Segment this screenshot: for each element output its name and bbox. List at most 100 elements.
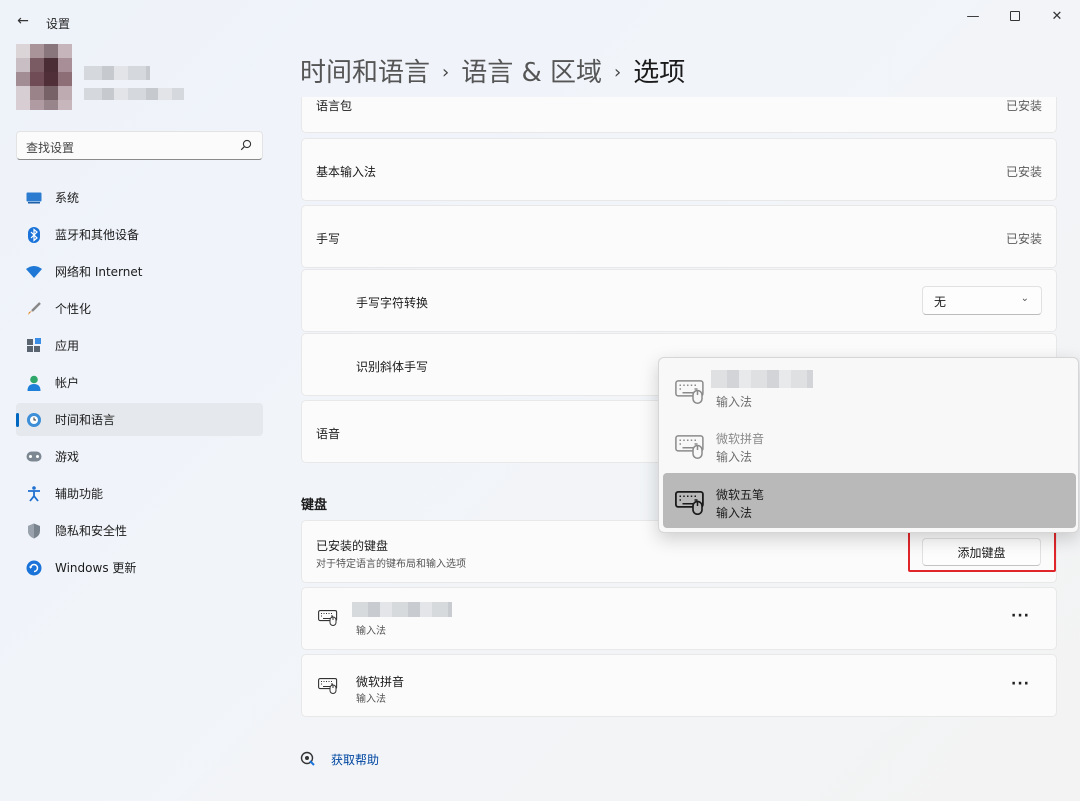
lang-pack-row-clip: 语言包 已安装 xyxy=(301,97,1057,134)
chevron-down-icon: ⌄ xyxy=(1020,293,1029,304)
close-button[interactable]: ✕ xyxy=(1042,6,1072,26)
dropdown-option-name: 微软拼音 xyxy=(716,432,765,446)
keyboard-name-redacted xyxy=(352,602,452,617)
maximize-icon xyxy=(1010,11,1020,21)
sidebar-item-gaming[interactable]: 游戏 xyxy=(16,440,263,473)
breadcrumb-item-language-region[interactable]: 语言 & 区域 xyxy=(461,58,602,88)
help-icon xyxy=(300,751,315,766)
speech-label: 语音 xyxy=(316,427,341,441)
add-keyboard-dropdown: 输入法 微软拼音 输入法 微软五笔 输入法 xyxy=(658,357,1079,533)
sidebar-item-label: 网络和 Internet xyxy=(55,265,143,279)
sidebar-item-label: 系统 xyxy=(55,191,80,205)
sidebar-item-bluetooth[interactable]: 蓝牙和其他设备 xyxy=(16,218,263,251)
sidebar-item-label: 隐私和安全性 xyxy=(55,524,128,538)
apps-icon xyxy=(26,338,42,354)
page-title: 选项 xyxy=(633,58,686,88)
get-help-link[interactable]: 获取帮助 xyxy=(300,751,379,767)
installed-keyboards-title: 已安装的键盘 xyxy=(316,539,389,553)
keyboard-item-sub: 输入法 xyxy=(356,694,386,705)
sidebar-item-network[interactable]: 网络和 Internet xyxy=(16,255,263,288)
bluetooth-icon xyxy=(26,226,42,243)
sidebar-item-label: 游戏 xyxy=(55,450,80,464)
keyboard-icon xyxy=(675,491,704,515)
update-icon xyxy=(26,560,42,576)
installed-keyboards-desc: 对于特定语言的键布局和输入选项 xyxy=(316,559,466,570)
app-title: 设置 xyxy=(46,17,71,31)
person-icon xyxy=(26,375,42,391)
more-options-button[interactable]: ··· xyxy=(1011,676,1030,692)
keyboard-item-sub: 输入法 xyxy=(356,626,386,637)
keyboard-item-2: 微软拼音 输入法 ··· xyxy=(301,654,1057,717)
back-arrow-icon[interactable]: ← xyxy=(12,10,34,32)
dropdown-option-sub: 输入法 xyxy=(716,395,753,409)
breadcrumb-item-time-language[interactable]: 时间和语言 xyxy=(300,58,430,88)
sidebar-item-label: Windows 更新 xyxy=(55,561,137,575)
keyboard-item-name: 微软拼音 xyxy=(356,675,405,689)
dropdown-option[interactable]: 输入法 xyxy=(663,362,1076,417)
lang-pack-card: 语言包 已安装 xyxy=(301,97,1057,133)
sidebar-item-accessibility[interactable]: 辅助功能 xyxy=(16,477,263,510)
hw-conversion-card: 手写字符转换 无 ⌄ xyxy=(301,269,1057,332)
breadcrumb: 时间和语言 › 语言 & 区域 › 选项 xyxy=(300,52,685,89)
user-name-redacted xyxy=(84,66,150,80)
handwriting-label: 手写 xyxy=(316,232,341,246)
globe-clock-icon xyxy=(26,412,42,428)
dropdown-option-name-redacted xyxy=(711,370,813,388)
breadcrumb-separator: › xyxy=(614,62,622,83)
monitor-icon xyxy=(26,190,42,206)
search-icon xyxy=(240,139,252,151)
sidebar-nav: 系统 蓝牙和其他设备 网络和 Internet 个性化 应用 帐户 时间和语言 … xyxy=(16,181,263,588)
hw-italic-label: 识别斜体手写 xyxy=(356,360,429,374)
dropdown-option-name: 微软五笔 xyxy=(716,488,765,502)
sidebar-item-label: 时间和语言 xyxy=(55,413,116,427)
sidebar-item-label: 蓝牙和其他设备 xyxy=(55,228,140,242)
maximize-button[interactable] xyxy=(1000,6,1030,26)
hw-conversion-select[interactable]: 无 ⌄ xyxy=(922,286,1042,315)
gamepad-icon xyxy=(26,449,42,465)
sidebar-item-time-language[interactable]: 时间和语言 xyxy=(16,403,263,436)
lang-pack-label: 语言包 xyxy=(316,99,353,113)
keyboard-icon xyxy=(318,610,338,626)
sidebar-item-label: 辅助功能 xyxy=(55,487,104,501)
shield-icon xyxy=(26,523,42,539)
sidebar-item-apps[interactable]: 应用 xyxy=(16,329,263,362)
lang-pack-status: 已安装 xyxy=(1005,99,1042,113)
dropdown-option[interactable]: 微软拼音 输入法 xyxy=(663,417,1076,472)
breadcrumb-separator: › xyxy=(442,62,450,83)
sidebar-item-personalization[interactable]: 个性化 xyxy=(16,292,263,325)
wifi-icon xyxy=(26,264,42,280)
keyboard-icon xyxy=(318,678,338,694)
keyboard-icon xyxy=(675,435,704,459)
sidebar-item-privacy[interactable]: 隐私和安全性 xyxy=(16,514,263,547)
search-placeholder: 查找设置 xyxy=(26,141,75,155)
basic-input-label: 基本输入法 xyxy=(316,165,377,179)
avatar[interactable] xyxy=(16,44,72,110)
dropdown-option-sub: 输入法 xyxy=(716,450,753,464)
more-options-button[interactable]: ··· xyxy=(1011,608,1030,624)
handwriting-card: 手写 已安装 xyxy=(301,205,1057,268)
user-email-redacted xyxy=(84,88,184,100)
hw-conversion-label: 手写字符转换 xyxy=(356,296,429,310)
handwriting-status: 已安装 xyxy=(1005,232,1042,246)
brush-icon xyxy=(26,301,42,317)
dropdown-option-sub: 输入法 xyxy=(716,506,753,520)
accessibility-icon xyxy=(26,485,42,502)
hw-conversion-value: 无 xyxy=(934,295,947,309)
red-highlight-box xyxy=(908,529,1056,572)
minimize-button[interactable]: — xyxy=(958,6,988,26)
sidebar-item-windows-update[interactable]: Windows 更新 xyxy=(16,551,263,584)
title-bar: ← 设置 — ✕ xyxy=(0,0,1080,44)
sidebar-item-label: 个性化 xyxy=(55,302,92,316)
sidebar-item-accounts[interactable]: 帐户 xyxy=(16,366,263,399)
dropdown-option-selected[interactable]: 微软五笔 输入法 xyxy=(663,473,1076,528)
sidebar-item-label: 帐户 xyxy=(55,376,80,390)
keyboard-section-title: 键盘 xyxy=(301,498,328,513)
sidebar-item-system[interactable]: 系统 xyxy=(16,181,263,214)
basic-input-status: 已安装 xyxy=(1005,165,1042,179)
basic-input-card: 基本输入法 已安装 xyxy=(301,138,1057,201)
keyboard-item-1: 输入法 ··· xyxy=(301,587,1057,650)
sidebar-item-label: 应用 xyxy=(55,339,80,353)
search-input[interactable]: 查找设置 xyxy=(16,131,263,160)
get-help-label: 获取帮助 xyxy=(331,753,380,767)
keyboard-icon xyxy=(675,380,704,404)
